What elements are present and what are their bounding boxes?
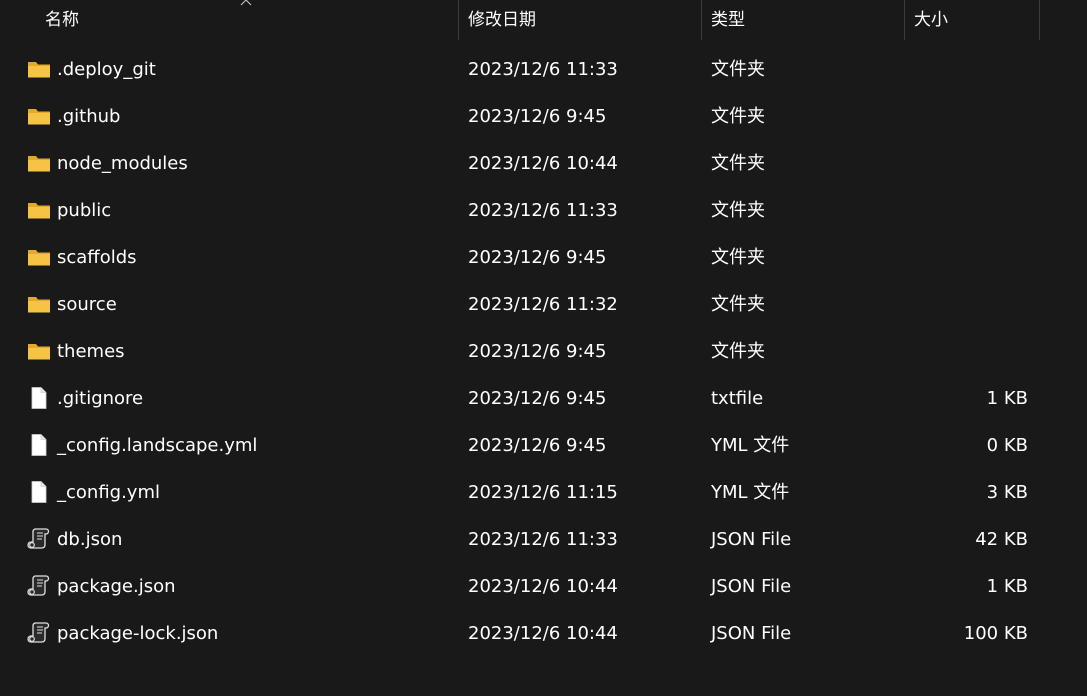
file-name: _config.yml — [57, 482, 160, 503]
file-row[interactable]: themes 2023/12/6 9:45 文件夹 — [0, 328, 1087, 375]
file-date: 2023/12/6 11:32 — [468, 294, 618, 315]
file-row[interactable]: db.json 2023/12/6 11:33 JSON File 42 KB — [0, 516, 1087, 563]
json-file-icon — [26, 621, 52, 645]
file-type: 文件夹 — [711, 153, 765, 174]
file-row[interactable]: _config.yml 2023/12/6 11:15 YML 文件 3 KB — [0, 469, 1087, 516]
file-row[interactable]: scaffolds 2023/12/6 9:45 文件夹 — [0, 234, 1087, 281]
file-list: .deploy_git 2023/12/6 11:33 文件夹 .github 2023… — [0, 46, 1087, 657]
column-divider[interactable] — [1039, 0, 1040, 40]
file-name: .gitignore — [57, 388, 144, 409]
file-row[interactable]: .github 2023/12/6 9:45 文件夹 — [0, 93, 1087, 140]
column-header-date[interactable]: 修改日期 — [458, 0, 701, 40]
file-name: themes — [57, 341, 125, 362]
folder-icon — [26, 104, 52, 128]
file-size: 42 KB — [975, 529, 1028, 550]
file-name: scaffolds — [57, 247, 137, 268]
file-name: package.json — [57, 576, 176, 597]
folder-icon — [26, 198, 52, 222]
column-header-name[interactable]: 名称 — [35, 0, 458, 40]
file-date: 2023/12/6 9:45 — [468, 341, 607, 362]
folder-icon — [26, 292, 52, 316]
file-row[interactable]: node_modules 2023/12/6 10:44 文件夹 — [0, 140, 1087, 187]
file-row[interactable]: package.json 2023/12/6 10:44 JSON File 1 KB — [0, 563, 1087, 610]
file-type: YML 文件 — [711, 482, 790, 503]
folder-icon — [26, 57, 52, 81]
file-explorer: 名称 修改日期 类型 大小 .deploy_git 2023/12/6 11:33… — [0, 0, 1087, 696]
json-file-icon — [26, 527, 52, 551]
file-size: 1 KB — [986, 388, 1028, 409]
file-icon — [26, 433, 52, 457]
file-name: package-lock.json — [57, 623, 219, 644]
file-size: 0 KB — [986, 435, 1028, 456]
folder-icon — [26, 245, 52, 269]
file-date: 2023/12/6 11:33 — [468, 200, 618, 221]
file-name: _config.landscape.yml — [57, 435, 258, 456]
file-name: public — [57, 200, 112, 221]
file-type: 文件夹 — [711, 294, 765, 315]
file-type: txtfile — [711, 388, 764, 409]
file-type: 文件夹 — [711, 341, 765, 362]
file-size: 3 KB — [986, 482, 1028, 503]
file-date: 2023/12/6 11:15 — [468, 482, 618, 503]
file-date: 2023/12/6 11:33 — [468, 529, 618, 550]
file-name: db.json — [57, 529, 123, 550]
file-type: JSON File — [711, 576, 792, 597]
file-type: 文件夹 — [711, 247, 765, 268]
file-date: 2023/12/6 9:45 — [468, 435, 607, 456]
file-type: JSON File — [711, 623, 792, 644]
folder-icon — [26, 151, 52, 175]
file-name: node_modules — [57, 153, 188, 174]
file-row[interactable]: .gitignore 2023/12/6 9:45 txtfile 1 KB — [0, 375, 1087, 422]
file-type: YML 文件 — [711, 435, 790, 456]
file-date: 2023/12/6 10:44 — [468, 623, 618, 644]
file-date: 2023/12/6 10:44 — [468, 153, 618, 174]
file-name: .deploy_git — [57, 59, 156, 80]
file-icon — [26, 386, 52, 410]
file-type: 文件夹 — [711, 200, 765, 221]
file-size: 1 KB — [986, 576, 1028, 597]
file-row[interactable]: public 2023/12/6 11:33 文件夹 — [0, 187, 1087, 234]
file-icon — [26, 480, 52, 504]
file-type: JSON File — [711, 529, 792, 550]
file-date: 2023/12/6 9:45 — [468, 247, 607, 268]
file-row[interactable]: _config.landscape.yml 2023/12/6 9:45 YML 文… — [0, 422, 1087, 469]
file-name: .github — [57, 106, 121, 127]
file-row[interactable]: package-lock.json 2023/12/6 10:44 JSON Fil… — [0, 610, 1087, 657]
file-size: 100 KB — [963, 623, 1028, 644]
file-row[interactable]: source 2023/12/6 11:32 文件夹 — [0, 281, 1087, 328]
file-name: source — [57, 294, 117, 315]
column-header-type[interactable]: 类型 — [701, 0, 904, 40]
file-date: 2023/12/6 9:45 — [468, 388, 607, 409]
file-type: 文件夹 — [711, 106, 765, 127]
file-date: 2023/12/6 10:44 — [468, 576, 618, 597]
file-row[interactable]: .deploy_git 2023/12/6 11:33 文件夹 — [0, 46, 1087, 93]
json-file-icon — [26, 574, 52, 598]
file-type: 文件夹 — [711, 59, 765, 80]
column-header-size[interactable]: 大小 — [904, 0, 1039, 40]
file-date: 2023/12/6 9:45 — [468, 106, 607, 127]
folder-icon — [26, 339, 52, 363]
column-header-bar: 名称 修改日期 类型 大小 — [0, 0, 1087, 40]
file-date: 2023/12/6 11:33 — [468, 59, 618, 80]
